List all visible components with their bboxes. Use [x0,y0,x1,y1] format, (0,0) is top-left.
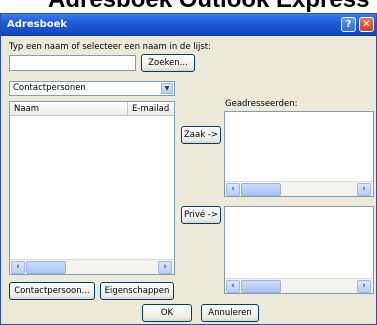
title-bar: Adresboek ? ✕ [1,14,376,36]
properties-button[interactable]: Eigenschappen [100,282,174,300]
recipients-private-list[interactable]: ‹ › [224,206,374,294]
close-button[interactable]: ✕ [359,17,374,32]
scroll-thumb[interactable] [241,280,281,293]
cancel-button[interactable]: Annuleren [201,304,259,322]
column-header-email[interactable]: E-mailad [128,102,174,116]
new-contact-button[interactable]: Contactpersoon... [9,282,95,300]
window-title: Adresboek [7,19,68,30]
ok-button[interactable]: OK [142,304,192,322]
chevron-down-icon[interactable]: ▼ [161,83,173,94]
recipients-to-list[interactable]: ‹ › [224,111,374,197]
help-button[interactable]: ? [341,17,356,32]
scroll-left-icon[interactable]: ‹ [11,261,25,274]
scroll-thumb[interactable] [241,183,281,196]
page-banner: Adresboek Outlook Express [0,0,377,13]
search-button[interactable]: Zoeken... [141,54,195,72]
scroll-left-icon[interactable]: ‹ [226,280,240,293]
scroll-right-icon[interactable]: › [357,280,371,293]
private-list-horizontal-scrollbar[interactable]: ‹ › [225,278,373,293]
private-button[interactable]: Privé -> [181,206,221,224]
scroll-left-icon[interactable]: ‹ [226,183,240,196]
contacts-horizontal-scrollbar[interactable]: ‹ › [10,259,174,274]
to-list-horizontal-scrollbar[interactable]: ‹ › [225,181,373,196]
contacts-folder-select[interactable]: Contactpersonen ▼ [9,81,175,96]
column-header-name[interactable]: Naam [10,102,128,116]
contacts-folder-value: Contactpersonen [13,83,86,93]
address-book-window: Adresboek ? ✕ Typ een naam of selecteer … [0,13,377,325]
contacts-list[interactable]: Naam E-mailad ‹ › [9,101,175,275]
search-prompt-label: Typ een naam of selecteer een naam in de… [9,42,211,52]
scroll-thumb[interactable] [26,261,66,274]
search-input[interactable] [9,55,136,71]
to-button[interactable]: Zaak -> [181,126,221,144]
recipients-label: Geadresseerden: [225,99,298,109]
banner-title: Adresboek Outlook Express [48,0,369,13]
scroll-right-icon[interactable]: › [357,183,371,196]
scroll-right-icon[interactable]: › [158,261,172,274]
